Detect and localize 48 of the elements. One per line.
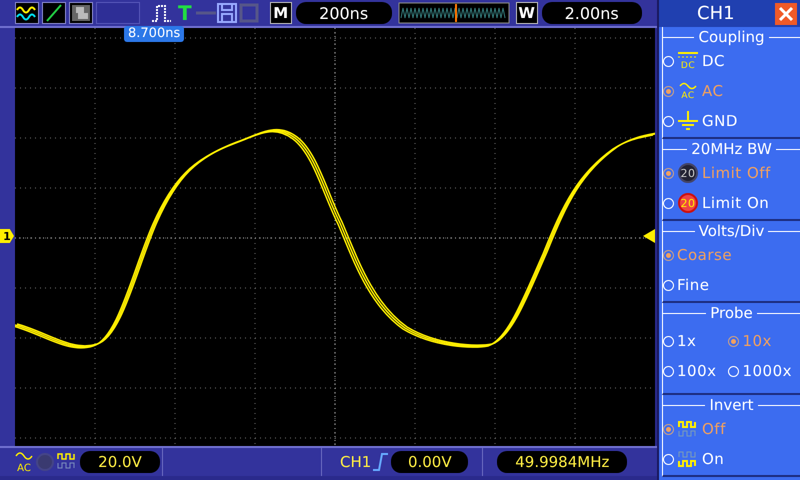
section-title: 20MHz BW bbox=[663, 139, 800, 159]
menu-option[interactable]: 20 Limit On bbox=[663, 189, 800, 217]
menu-option[interactable]: DC DC bbox=[663, 47, 800, 75]
window-label: W bbox=[516, 2, 538, 24]
icon-label: DC bbox=[680, 61, 696, 71]
volts-per-div-readout: 20.0V bbox=[80, 451, 160, 473]
trigger-level-readout: 0.00V bbox=[391, 451, 468, 473]
radio-button[interactable] bbox=[728, 336, 740, 346]
trigger-level-icon bbox=[643, 229, 655, 243]
section-title: Probe bbox=[663, 303, 800, 323]
menu-option[interactable]: AC AC bbox=[663, 77, 800, 105]
ground-icon bbox=[677, 111, 699, 131]
radio-button[interactable] bbox=[663, 424, 674, 434]
radio-button[interactable] bbox=[663, 250, 674, 260]
frequency-readout: 49.9984MHz bbox=[497, 451, 628, 473]
image-icon bbox=[70, 3, 92, 23]
section-title: Coupling bbox=[663, 27, 800, 47]
icon-label: AC bbox=[17, 463, 31, 474]
memory-label: M bbox=[270, 2, 292, 24]
menu-option[interactable]: 100x bbox=[663, 357, 724, 385]
inverted-square-wave-icon bbox=[677, 449, 699, 469]
menu-option[interactable]: On bbox=[663, 445, 800, 473]
trigger-source: CH1 bbox=[340, 453, 372, 471]
icon-label: 20 bbox=[680, 167, 696, 180]
icon-label: 20 bbox=[680, 197, 696, 210]
waveform-overview-icon bbox=[398, 2, 510, 24]
close-icon[interactable] bbox=[775, 2, 797, 24]
radio-button[interactable] bbox=[663, 168, 674, 178]
channel-marker[interactable]: 1 bbox=[0, 229, 14, 243]
menu-title: CH1 bbox=[697, 3, 735, 24]
menu-option[interactable]: 20 Limit Off bbox=[663, 159, 800, 187]
menu-option[interactable]: 1x bbox=[663, 327, 724, 355]
bandwidth-icon bbox=[34, 451, 56, 473]
section-title: Volts/Div bbox=[663, 221, 800, 241]
section-title: Invert bbox=[663, 395, 800, 415]
menu-option[interactable]: GND bbox=[663, 107, 800, 135]
trigger-label: T bbox=[178, 1, 192, 25]
menu-option[interactable]: 1000x bbox=[728, 357, 800, 385]
rising-edge-icon bbox=[371, 451, 390, 473]
line-icon bbox=[196, 11, 216, 15]
save-icon bbox=[216, 2, 238, 24]
menu-option[interactable]: Fine bbox=[663, 271, 800, 299]
window-time-readout: 2.00ns bbox=[542, 2, 642, 24]
square-wave-icon bbox=[677, 419, 699, 439]
icon-label: AC bbox=[681, 91, 695, 101]
trigger-position-marker[interactable]: 8.700ns bbox=[124, 26, 184, 42]
radio-button[interactable] bbox=[663, 86, 674, 96]
timebase-readout: 200ns bbox=[296, 2, 392, 24]
